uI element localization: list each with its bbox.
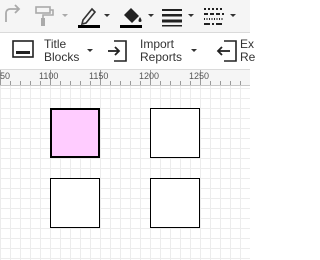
rectangle-shape[interactable] xyxy=(50,108,100,158)
paint-roller-icon xyxy=(35,6,68,26)
format-toolbar xyxy=(0,0,250,33)
ruler-label: 50 xyxy=(0,71,11,81)
drawing-canvas[interactable] xyxy=(0,86,250,260)
import-reports-button[interactable]: Import Reports xyxy=(104,33,202,69)
chevron-down-icon xyxy=(87,49,93,52)
ribbon-toolbar: Title Blocks Import Reports Ex Re xyxy=(0,33,255,70)
import-reports-label-line2: Reports xyxy=(140,50,183,64)
line-weight-icon xyxy=(162,9,194,27)
redo-icon xyxy=(5,4,21,22)
ruler-label: 1250 xyxy=(189,71,210,81)
export-reports-button[interactable]: Ex Re xyxy=(210,33,255,69)
ruler-ticks xyxy=(0,70,241,85)
line-style-button[interactable] xyxy=(200,0,250,32)
chevron-down-icon xyxy=(191,49,197,52)
rectangle-shape[interactable] xyxy=(50,178,100,228)
title-blocks-icon xyxy=(12,40,34,58)
horizontal-ruler[interactable]: 50 1100 1150 1200 1250 xyxy=(0,70,250,86)
line-weight-button[interactable] xyxy=(158,0,198,32)
paint-bucket-icon xyxy=(120,8,154,28)
rectangle-shape[interactable] xyxy=(150,108,200,158)
line-color-button[interactable] xyxy=(74,0,112,32)
pen-line-color-icon xyxy=(78,7,110,28)
redo-button[interactable] xyxy=(0,0,26,32)
export-reports-label-line2: Re xyxy=(240,50,256,64)
format-painter-button[interactable] xyxy=(30,0,70,32)
import-icon xyxy=(108,40,127,62)
title-blocks-button[interactable]: Title Blocks xyxy=(8,33,96,69)
ruler-label: 1200 xyxy=(139,71,160,81)
ruler-label: 1150 xyxy=(89,71,109,81)
line-style-icon xyxy=(204,8,236,25)
rectangle-shape[interactable] xyxy=(150,178,200,228)
title-blocks-label-line2: Blocks xyxy=(44,50,80,64)
export-icon xyxy=(216,40,237,62)
fill-color-button[interactable] xyxy=(116,0,156,32)
ruler-label: 1100 xyxy=(39,71,59,81)
